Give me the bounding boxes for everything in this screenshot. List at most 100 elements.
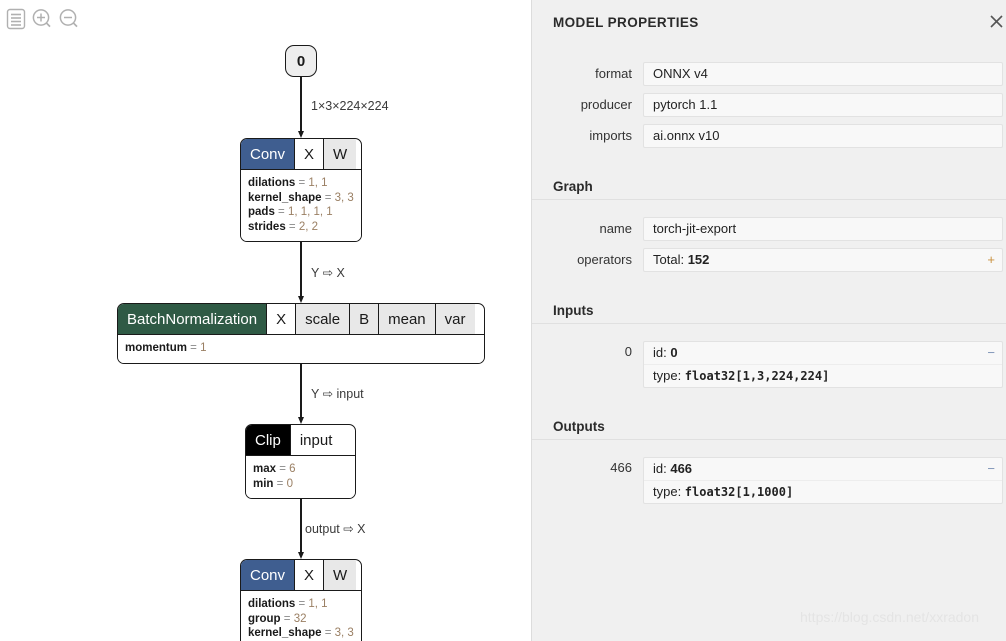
node-input-w[interactable]: W	[323, 139, 357, 169]
attribute-name: dilations	[248, 177, 296, 189]
attribute-value: 0	[286, 477, 293, 490]
attribute-row: strides = 2, 2	[248, 220, 319, 233]
graph-input-node[interactable]: 0	[285, 45, 317, 77]
input-type-value: float32[1,3,224,224]	[684, 369, 830, 383]
property-label: operators	[577, 252, 632, 267]
attribute-value: 3, 3	[334, 191, 354, 204]
node-input-x[interactable]: X	[294, 560, 324, 590]
output-type-value: float32[1,1000]	[684, 485, 794, 499]
input-row-0: 0 id: 0 type: float32[1,3,224,224] −	[532, 341, 1006, 388]
node-input-input[interactable]: input	[289, 425, 342, 455]
toolbar	[0, 0, 531, 40]
collapse-output-icon[interactable]: −	[987, 458, 995, 480]
attribute-row: group = 32	[248, 612, 307, 625]
attribute-name: kernel_shape	[248, 191, 322, 204]
attribute-value: 32	[293, 612, 307, 625]
node-input-x[interactable]: X	[294, 139, 324, 169]
edge-label-y-to-input: Y ⇨ input	[311, 387, 364, 401]
page-title: MODEL PROPERTIES	[553, 14, 699, 30]
output-tensor-box[interactable]: id: 466 type: float32[1,1000] −	[643, 457, 1003, 504]
attribute-value: 1, 1, 1, 1	[287, 206, 333, 218]
attribute-name: pads	[248, 206, 275, 218]
node-type-label: Conv	[241, 560, 295, 590]
input-type-line: type: float32[1,3,224,224]	[644, 364, 1002, 387]
edge-label-tensor-shape: 1×3×224×224	[311, 99, 389, 113]
attribute-row: momentum = 1	[125, 342, 207, 354]
attribute-value: 3, 3	[334, 627, 354, 639]
node-input-w[interactable]: W	[323, 560, 357, 590]
property-row-format: format ONNX v4	[532, 62, 1006, 86]
graph-node-conv-1[interactable]: Conv X W dilations = 1, 1 kernel_shape =…	[240, 138, 362, 242]
property-value-operators[interactable]: Total: 152 +	[643, 248, 1003, 272]
attribute-value: 1, 1	[308, 177, 328, 189]
graph-node-conv-2[interactable]: Conv X W dilations = 1, 1 group = 32 ker…	[240, 559, 362, 641]
attribute-row: pads = 1, 1, 1, 1	[248, 206, 333, 218]
node-type-label: BatchNormalization	[118, 304, 267, 334]
property-row-operators: operators Total: 152 +	[532, 248, 1006, 272]
node-header: Clip input	[246, 425, 355, 456]
attribute-row: dilations = 1, 1	[248, 177, 328, 189]
property-row-imports: imports ai.onnx v10	[532, 124, 1006, 148]
attribute-name: min	[253, 477, 274, 490]
node-attributes: max = 6 min = 0	[246, 456, 355, 498]
graph-canvas[interactable]: 0 1×3×224×224 Conv X W dilations = 1, 1 …	[0, 0, 531, 641]
property-value-producer: pytorch 1.1	[643, 93, 1003, 117]
attribute-value: 2, 2	[298, 220, 319, 233]
attribute-row: max = 6	[253, 463, 296, 475]
attribute-name: max	[253, 463, 277, 475]
attribute-name: strides	[248, 220, 286, 233]
property-row-graph-name: name torch-jit-export	[532, 217, 1006, 241]
graph-input-node-label: 0	[296, 52, 306, 70]
collapse-input-icon[interactable]: −	[987, 342, 995, 364]
node-input-b[interactable]: B	[349, 304, 379, 334]
zoom-out-icon[interactable]	[56, 6, 82, 32]
property-label: name	[599, 221, 632, 236]
node-input-mean[interactable]: mean	[378, 304, 435, 334]
attribute-name: kernel_shape	[248, 627, 322, 639]
edge-label-y-to-x: Y ⇨ X	[311, 266, 345, 280]
close-icon[interactable]	[986, 11, 1006, 33]
node-input-var[interactable]: var	[434, 304, 475, 334]
attribute-row: kernel_shape = 3, 3	[248, 627, 354, 639]
input-type-prefix: type:	[653, 368, 685, 383]
output-type-prefix: type:	[653, 484, 685, 499]
input-id-prefix: id:	[653, 345, 671, 360]
property-label: producer	[580, 97, 632, 112]
node-type-label: Conv	[241, 139, 295, 169]
node-type-label: Clip	[246, 425, 290, 455]
node-header: BatchNormalization X scale B mean var	[118, 304, 484, 335]
node-attributes: dilations = 1, 1 group = 32 kernel_shape…	[241, 591, 361, 641]
graph-node-batchnormalization[interactable]: BatchNormalization X scale B mean var mo…	[117, 303, 485, 364]
node-header: Conv X W	[241, 139, 361, 170]
input-id-line: id: 0	[644, 342, 1002, 364]
node-input-scale[interactable]: scale	[295, 304, 350, 334]
property-label: format	[595, 66, 632, 81]
node-input-x[interactable]: X	[266, 304, 296, 334]
node-attributes: dilations = 1, 1 kernel_shape = 3, 3 pad…	[241, 170, 361, 241]
section-title-outputs: Outputs	[532, 419, 1006, 440]
attribute-value: 1, 1	[308, 598, 328, 610]
panel-header: MODEL PROPERTIES	[532, 0, 1006, 44]
attribute-row: dilations = 1, 1	[248, 598, 328, 610]
expand-operators-icon[interactable]: +	[987, 249, 995, 271]
graph-node-clip[interactable]: Clip input max = 6 min = 0	[245, 424, 356, 499]
attribute-row: kernel_shape = 3, 3	[248, 191, 354, 204]
model-properties-panel: MODEL PROPERTIES format ONNX v4 producer…	[531, 0, 1006, 641]
output-type-line: type: float32[1,1000]	[644, 480, 1002, 503]
property-value-graph-name: torch-jit-export	[643, 217, 1003, 241]
input-id-value: 0	[670, 345, 678, 360]
attribute-name: momentum	[125, 342, 187, 354]
output-id-prefix: id:	[653, 461, 671, 476]
zoom-in-icon[interactable]	[29, 6, 55, 32]
input-tensor-box[interactable]: id: 0 type: float32[1,3,224,224] −	[643, 341, 1003, 388]
section-title-graph: Graph	[532, 179, 1006, 200]
panel-body: format ONNX v4 producer pytorch 1.1 impo…	[532, 44, 1006, 504]
menu-icon[interactable]	[3, 6, 29, 32]
output-row-0: 466 id: 466 type: float32[1,1000] −	[532, 457, 1006, 504]
operators-total-prefix: Total:	[653, 252, 688, 267]
attribute-row: min = 0	[253, 477, 293, 490]
output-label: 466	[610, 460, 632, 475]
property-value-format: ONNX v4	[643, 62, 1003, 86]
attribute-name: dilations	[248, 598, 296, 610]
operators-total-count: 152	[687, 252, 710, 267]
